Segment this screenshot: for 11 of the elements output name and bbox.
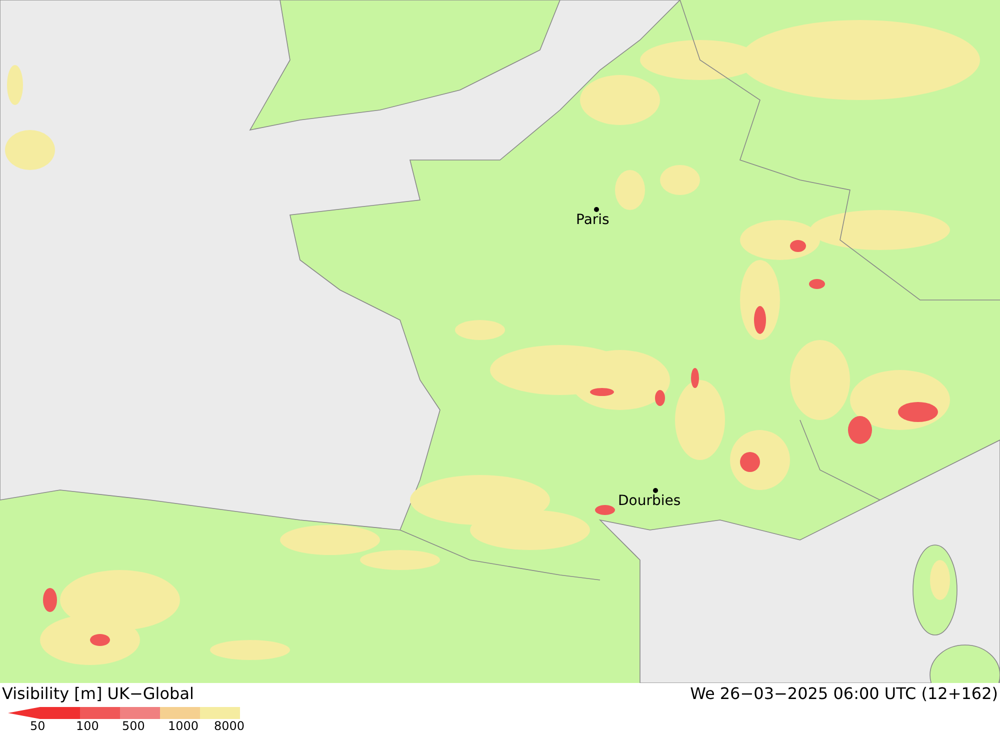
chart-title: Visibility [m] UK−Global bbox=[2, 683, 195, 705]
legend-label: 500 bbox=[122, 719, 146, 733]
city-marker-icon bbox=[653, 488, 658, 493]
legend-label: 50 bbox=[30, 719, 46, 733]
city-label: Dourbies bbox=[618, 494, 681, 508]
timestamp: We 26−03−2025 06:00 UTC (12+162) bbox=[690, 683, 998, 705]
legend-label: 100 bbox=[76, 719, 100, 733]
legend-label: 1000 bbox=[168, 719, 200, 733]
city-marker-icon bbox=[594, 207, 599, 212]
legend-label: 8000 bbox=[214, 719, 246, 733]
city-label: Paris bbox=[576, 213, 610, 227]
